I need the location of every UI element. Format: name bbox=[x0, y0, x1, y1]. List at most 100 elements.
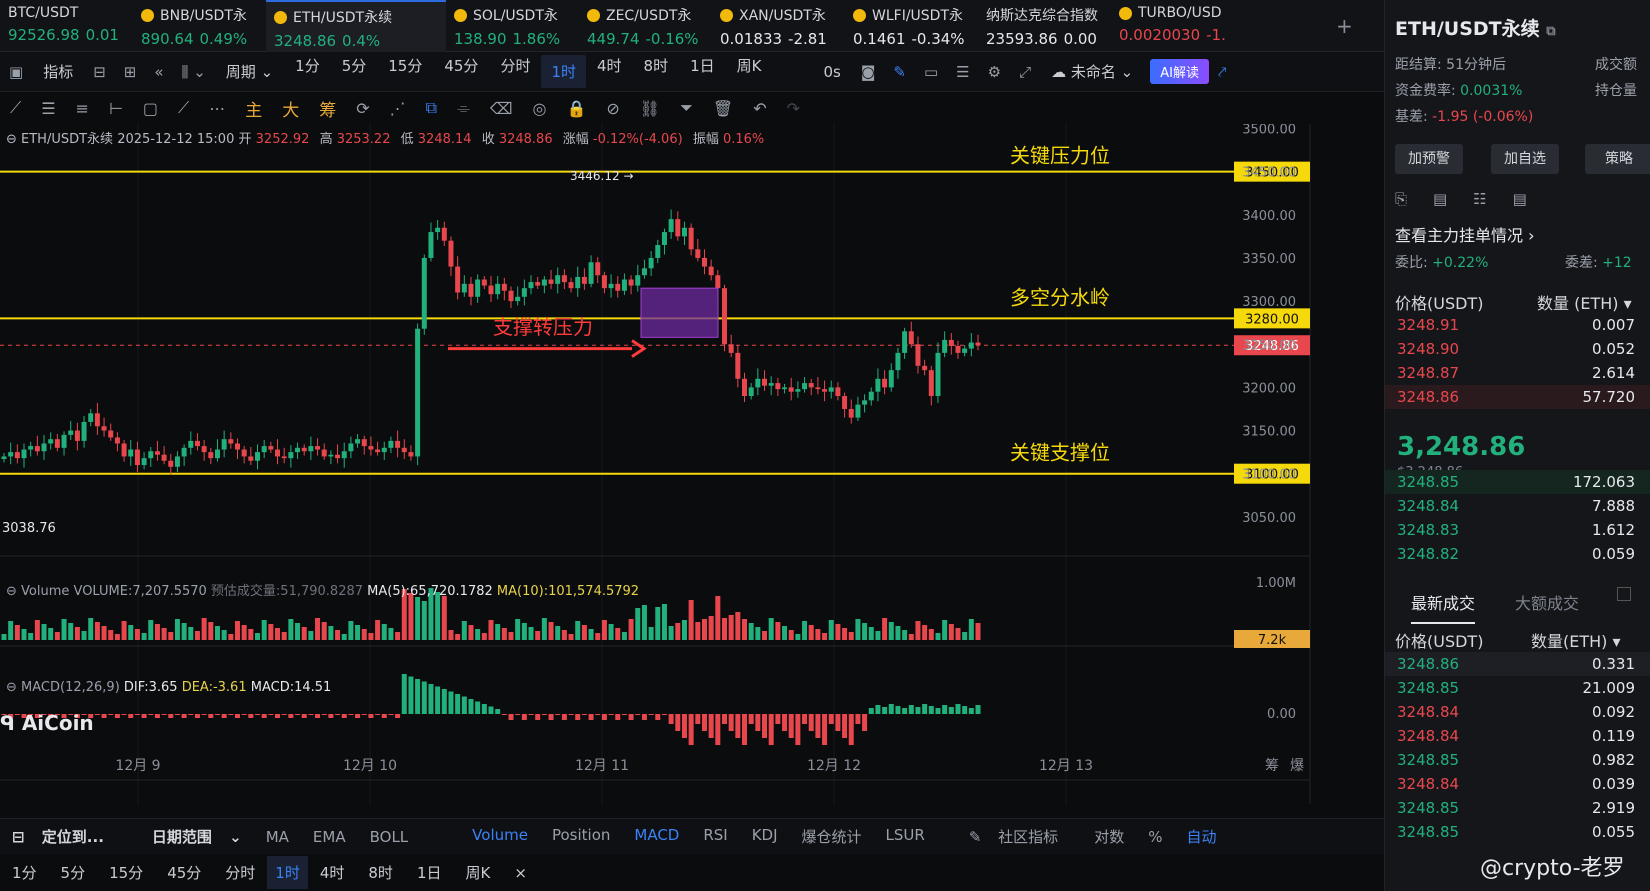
lock-icon[interactable]: 🔒 bbox=[556, 99, 596, 118]
orderbook-row[interactable]: 3248.82 0.059 bbox=[1385, 542, 1650, 566]
trash-icon[interactable]: 🗑 bbox=[703, 99, 743, 118]
orderbook-row[interactable]: 3248.86 57.720 bbox=[1385, 385, 1650, 409]
chips-toggle[interactable]: 筹 bbox=[1265, 757, 1279, 774]
layout-icon[interactable]: ▣ bbox=[0, 63, 32, 81]
camera-icon[interactable]: ◙ bbox=[852, 63, 885, 81]
replay-icon[interactable]: « bbox=[145, 63, 172, 81]
bottom-interval-7[interactable]: 8时 bbox=[356, 862, 405, 883]
percent-button[interactable]: % bbox=[1136, 828, 1174, 846]
collapse-icon[interactable]: ⊖ bbox=[6, 680, 21, 695]
bottom-interval-1[interactable]: 5分 bbox=[49, 862, 98, 883]
add-alert-button[interactable]: 加预警 bbox=[1395, 144, 1463, 174]
filter-icon[interactable]: ⏷ bbox=[670, 98, 703, 118]
interval-2[interactable]: 15分 bbox=[377, 55, 433, 88]
big-button[interactable]: 大 bbox=[272, 96, 309, 121]
interval-5[interactable]: 1时 bbox=[541, 55, 586, 88]
orderbook-row[interactable]: 3248.91 0.007 bbox=[1385, 313, 1650, 337]
list-icon[interactable]: ☰ bbox=[947, 63, 978, 81]
depth-view-tabs[interactable]: ⎘▤☷▤ bbox=[1395, 190, 1553, 208]
interval-0[interactable]: 1分 bbox=[284, 55, 331, 88]
supply-zone-box[interactable] bbox=[640, 287, 719, 338]
line-tool-icon[interactable]: ⟋ bbox=[0, 98, 31, 118]
main-ind-ema[interactable]: EMA bbox=[301, 828, 358, 846]
bottom-interval-4[interactable]: 分时 bbox=[213, 862, 267, 883]
interval-9[interactable]: 周K bbox=[726, 55, 773, 88]
orderbook-row[interactable]: 3248.84 7.888 bbox=[1385, 494, 1650, 518]
add-favorite-button[interactable]: 加自选 bbox=[1491, 144, 1559, 174]
link-icon[interactable]: ⛓ bbox=[630, 99, 670, 118]
settings-icon[interactable]: ⚙ bbox=[979, 63, 1010, 81]
fullscreen-icon[interactable]: ⤢ bbox=[1010, 63, 1040, 81]
locate-button[interactable]: ⊟ 定位到... bbox=[0, 826, 128, 847]
ai-read-button[interactable]: AI解读 bbox=[1150, 59, 1209, 84]
sub-ind-3[interactable]: RSI bbox=[691, 826, 739, 847]
community-button[interactable]: ✎ 社区指标 bbox=[957, 826, 1082, 847]
sub-ind-6[interactable]: LSUR bbox=[874, 826, 937, 847]
bottom-interval-5[interactable]: 1时 bbox=[267, 856, 308, 889]
bottom-interval-3[interactable]: 45分 bbox=[155, 862, 213, 883]
cloud-layout-dropdown[interactable]: ☁ 未命名 ⌄ bbox=[1040, 61, 1144, 82]
candlestick-chart[interactable]: 3450.00 3280.00 3100.00 3248.86 3500.00 3450… bbox=[0, 124, 1384, 818]
date-range-button[interactable]: 日期范围 ⌄ bbox=[128, 826, 254, 847]
ticker-tab[interactable]: ETH/USDT永续 3248.86 0.4% bbox=[266, 0, 446, 52]
interval-7[interactable]: 8时 bbox=[633, 55, 680, 88]
ray-tool-icon[interactable]: ⟋ bbox=[168, 98, 199, 118]
depth-link[interactable]: 查看主力挂单情况 › bbox=[1395, 222, 1535, 246]
interval-6[interactable]: 4时 bbox=[586, 55, 633, 88]
ticker-tab[interactable]: BTC/USDT 92526.98 0.01 bbox=[0, 0, 133, 52]
main-ind-boll[interactable]: BOLL bbox=[358, 828, 421, 846]
sub-ind-5[interactable]: 爆仓统计 bbox=[790, 826, 874, 847]
collapse-icon[interactable]: ⊖ bbox=[6, 584, 21, 599]
hlines-tool-icon[interactable]: ☰ bbox=[31, 99, 65, 118]
tab-latest-trades[interactable]: 最新成交 bbox=[1411, 590, 1476, 624]
ticker-tab[interactable]: SOL/USDT永 138.90 1.86% bbox=[446, 0, 579, 52]
main-button[interactable]: 主 bbox=[235, 96, 272, 121]
sub-ind-1[interactable]: Position bbox=[540, 826, 622, 847]
orderbook-row[interactable]: 3248.85 172.063 bbox=[1385, 470, 1650, 494]
liquidation-toggle[interactable]: 爆 bbox=[1290, 758, 1304, 774]
ticker-tab[interactable]: BNB/USDT永 890.64 0.49% bbox=[133, 0, 266, 52]
ruler-icon[interactable]: ⌯ bbox=[447, 98, 480, 118]
fib-icon[interactable]: ⋰ bbox=[380, 99, 416, 118]
ticker-tab[interactable]: WLFI/USDT永 0.1461 -0.34% bbox=[845, 0, 978, 52]
alert-icon[interactable]: ⊘ bbox=[596, 99, 629, 118]
interval-4[interactable]: 分时 bbox=[489, 55, 541, 88]
interval-1[interactable]: 5分 bbox=[331, 55, 378, 88]
collapse-icon[interactable]: ⊖ bbox=[6, 132, 21, 147]
template-icon[interactable]: ⊟ bbox=[84, 63, 115, 81]
big-trades-checkbox[interactable] bbox=[1617, 587, 1631, 601]
orderbook-row[interactable]: 3248.87 2.614 bbox=[1385, 361, 1650, 385]
orderbook-row[interactable]: 3248.90 0.052 bbox=[1385, 337, 1650, 361]
popout-icon[interactable]: ⧉ bbox=[1546, 24, 1555, 39]
trades-qty-header[interactable]: 数量(ETH) ▾ bbox=[1531, 628, 1621, 652]
main-ind-ma[interactable]: MA bbox=[254, 828, 301, 846]
share-icon[interactable]: ⤤ bbox=[1209, 63, 1235, 81]
undo-icon[interactable]: ↶ bbox=[743, 99, 776, 118]
sub-ind-4[interactable]: KDJ bbox=[740, 826, 790, 847]
candle-type-icon[interactable]: ⫼ ⌄ bbox=[173, 63, 215, 81]
interval-8[interactable]: 1日 bbox=[679, 55, 726, 88]
ticker-tab[interactable]: ZEC/USDT永 449.74 -0.16% bbox=[579, 0, 712, 52]
add-tab-icon[interactable]: + bbox=[1336, 14, 1353, 38]
interval-3[interactable]: 45分 bbox=[433, 55, 489, 88]
comment-icon[interactable]: ▭ bbox=[915, 63, 947, 81]
visibility-icon[interactable]: ◎ bbox=[523, 99, 557, 118]
pen-icon[interactable]: ✎ bbox=[884, 63, 915, 81]
bottom-interval-9[interactable]: 周K bbox=[453, 862, 502, 883]
sub-ind-2[interactable]: MACD bbox=[622, 826, 691, 847]
grid-icon[interactable]: ⊞ bbox=[115, 63, 146, 81]
bottom-interval-0[interactable]: 1分 bbox=[0, 862, 49, 883]
eraser-icon[interactable]: ⌫ bbox=[480, 99, 523, 118]
chips-button[interactable]: 筹 bbox=[309, 96, 346, 121]
rect-tool-icon[interactable]: ▢ bbox=[133, 99, 168, 118]
measure-icon[interactable]: ⟳ bbox=[346, 99, 379, 118]
sub-ind-0[interactable]: Volume bbox=[460, 826, 540, 847]
bottom-interval-2[interactable]: 15分 bbox=[97, 862, 155, 883]
ticker-tab[interactable]: TURBO/USD 0.0020030 -1. bbox=[1111, 0, 1250, 52]
close-icon[interactable]: × bbox=[502, 864, 539, 882]
ticker-tab[interactable]: XAN/USDT永 0.01833 -2.81 bbox=[712, 0, 845, 52]
more-tools-icon[interactable]: ⋯ bbox=[199, 99, 235, 118]
tab-big-trades[interactable]: 大额成交 bbox=[1515, 590, 1579, 614]
indicator-button[interactable]: 指标 bbox=[32, 61, 84, 82]
bottom-interval-6[interactable]: 4时 bbox=[308, 862, 357, 883]
